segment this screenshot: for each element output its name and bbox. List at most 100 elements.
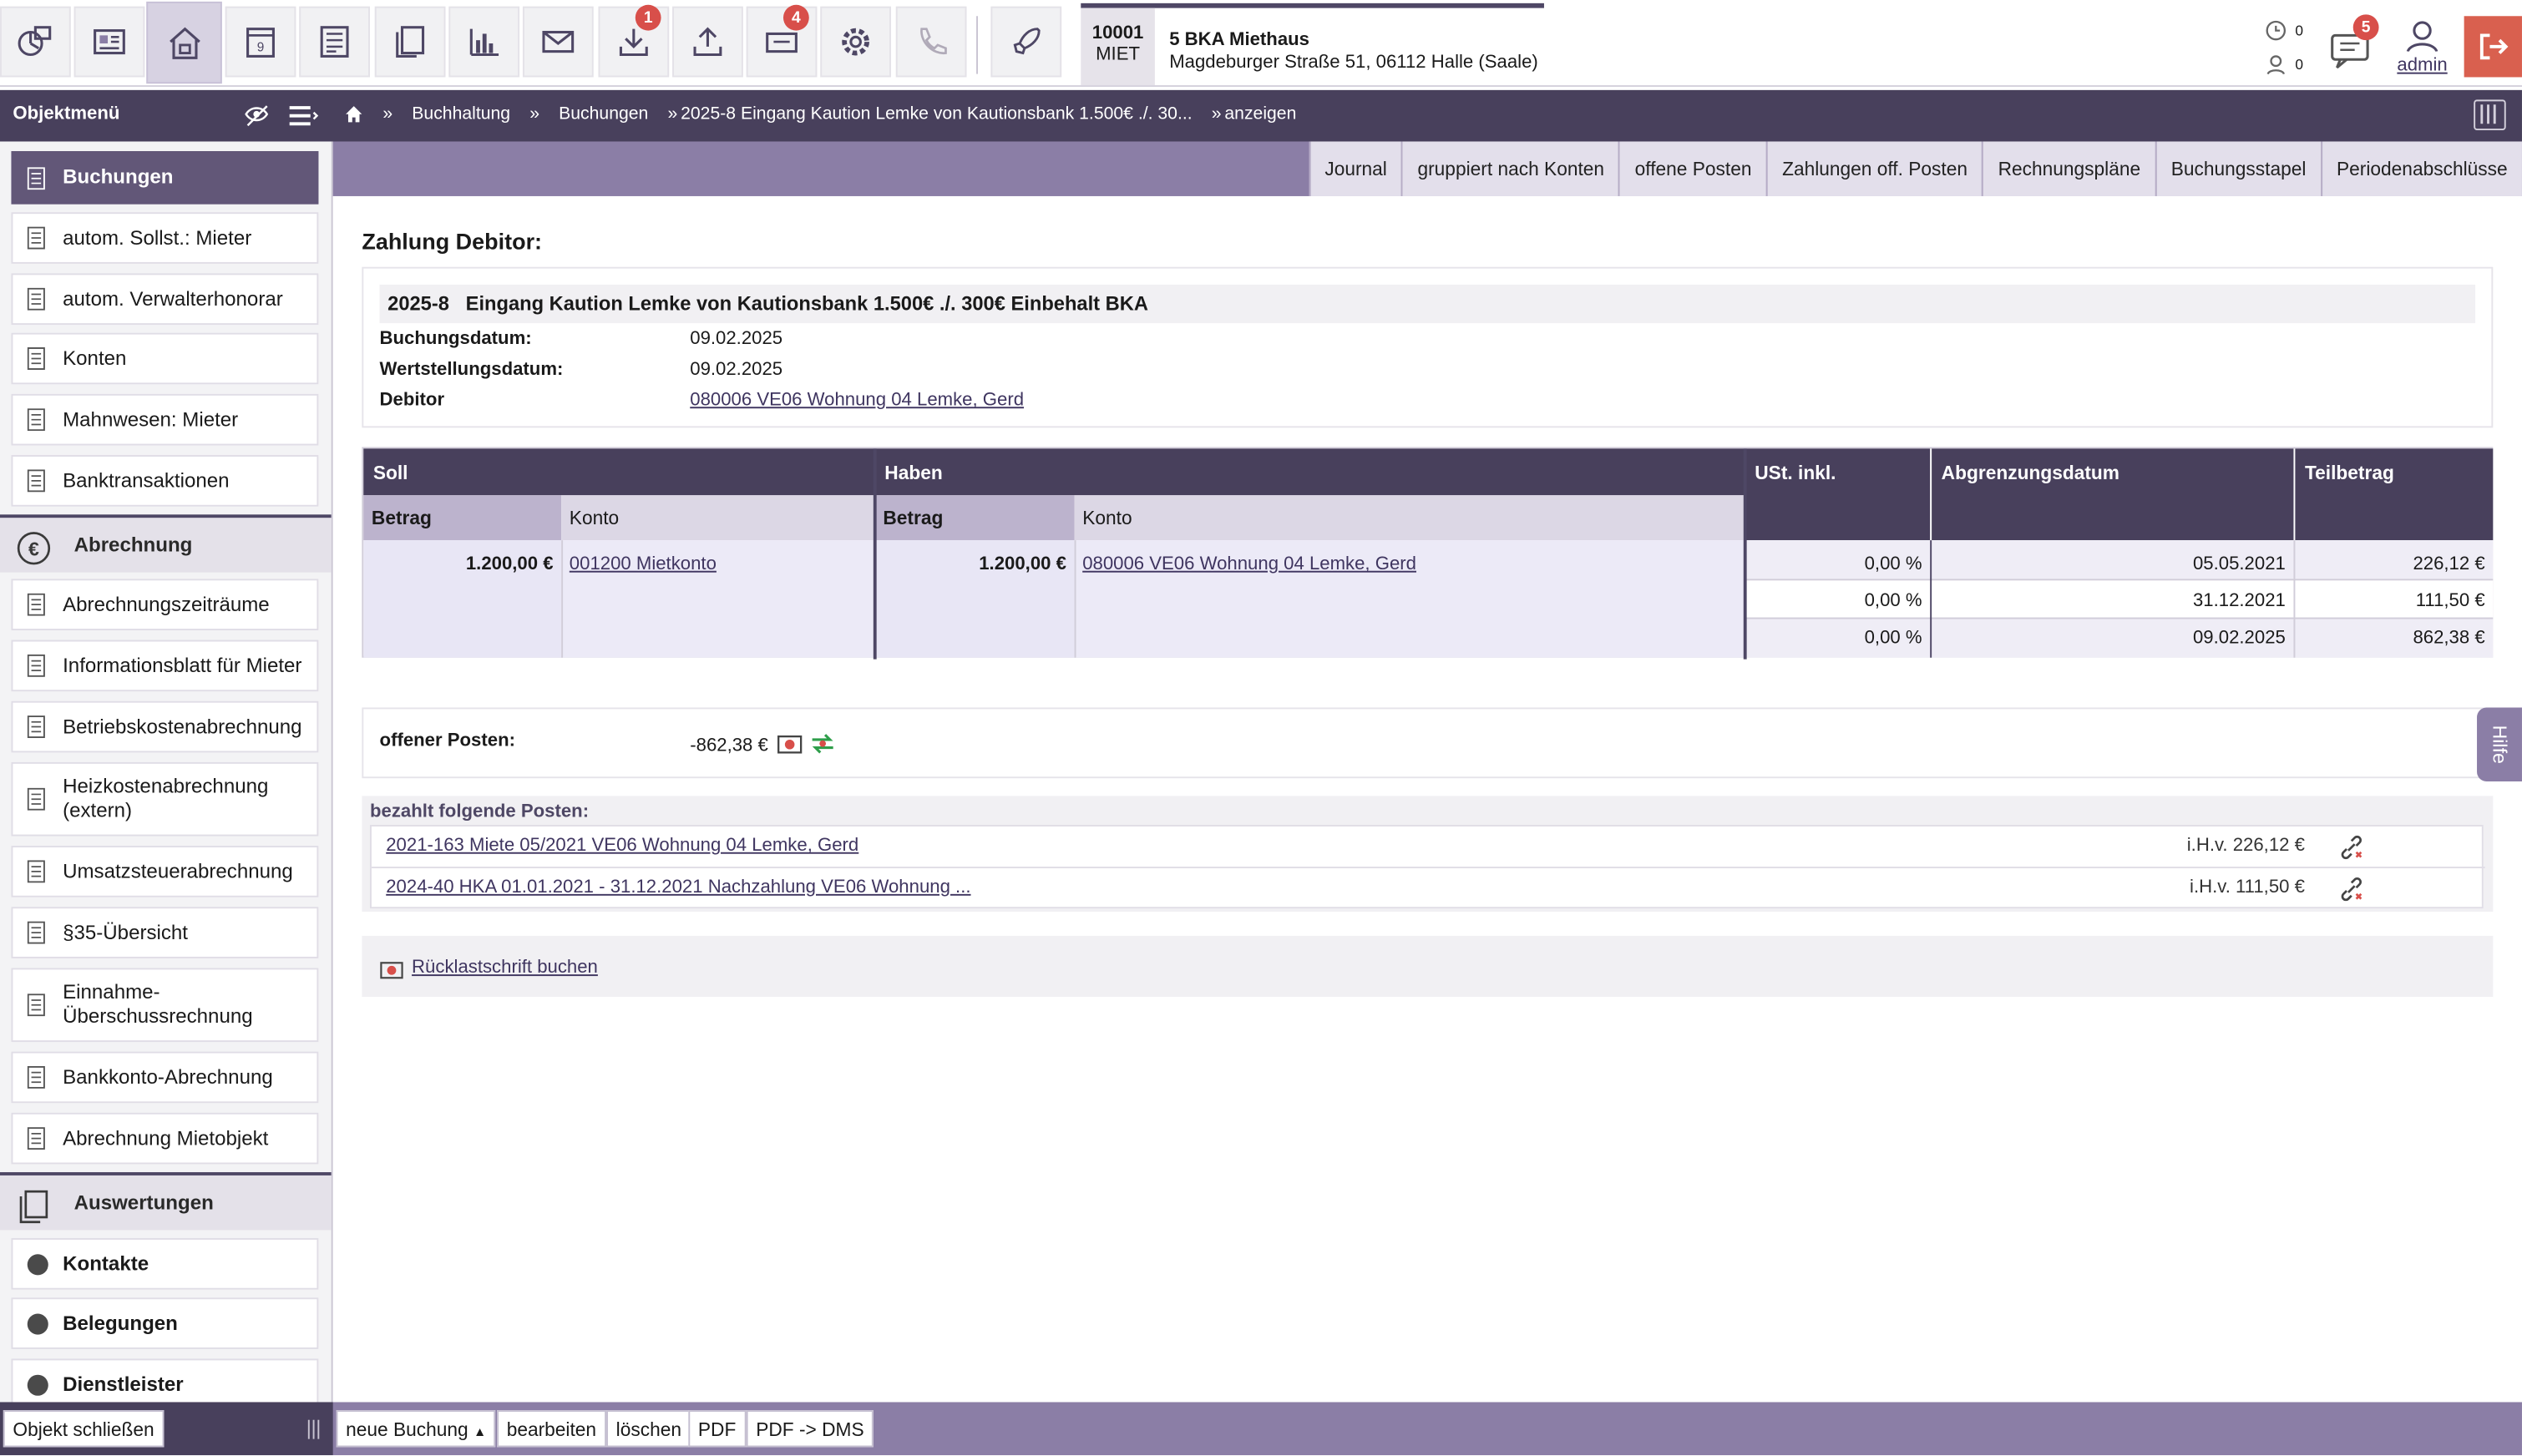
documents-icon bbox=[396, 26, 425, 58]
statistics-button[interactable] bbox=[448, 6, 520, 78]
new-booking-button[interactable]: neue Buchung ▲ bbox=[336, 1410, 496, 1448]
counter-persons[interactable]: 0 bbox=[2265, 53, 2303, 76]
sidebar-item-buchungen[interactable]: Buchungen bbox=[11, 151, 319, 205]
breadcrumb-booking[interactable]: » 2025-8 Eingang Kaution Lemke von Kautio… bbox=[667, 104, 1192, 124]
sidebar-item-informationsblatt[interactable]: Informationsblatt für Mieter bbox=[11, 640, 319, 692]
dashboard-icon bbox=[18, 26, 52, 57]
sidebar-item-kontakte[interactable]: Kontakte bbox=[11, 1238, 319, 1290]
transfer-arrows-icon[interactable] bbox=[809, 730, 837, 757]
card-camera-icon[interactable] bbox=[777, 731, 803, 756]
tabs: Journal gruppiert nach Konten offene Pos… bbox=[1309, 141, 2522, 196]
sidebar-item-banktransaktionen[interactable]: Banktransaktionen bbox=[11, 455, 319, 507]
document-icon bbox=[27, 408, 45, 432]
delete-button[interactable]: löschen bbox=[606, 1410, 691, 1448]
ledger-button[interactable] bbox=[299, 6, 370, 78]
sidebar-section-abrechnung[interactable]: € Abrechnung bbox=[0, 514, 332, 573]
upload-button[interactable] bbox=[672, 6, 743, 78]
person-icon bbox=[2266, 55, 2286, 75]
breadcrumb-buchungen[interactable]: Buchungen bbox=[559, 104, 648, 124]
sidebar-item-autom-verwalterhonorar[interactable]: autom. Verwalterhonorar bbox=[11, 273, 319, 326]
tab-gruppiert-nach-konten[interactable]: gruppiert nach Konten bbox=[1401, 141, 1619, 196]
sidebar-item-mahnwesen[interactable]: Mahnwesen: Mieter bbox=[11, 393, 319, 446]
messages-button[interactable]: 5 bbox=[2324, 14, 2379, 74]
sidebar-item-belegungen[interactable]: Belegungen bbox=[11, 1297, 319, 1349]
house-button[interactable] bbox=[146, 1, 222, 84]
ledger-icon bbox=[320, 26, 349, 58]
documents-icon bbox=[19, 1190, 48, 1224]
rocket-button[interactable] bbox=[990, 6, 1062, 78]
unlink-icon[interactable] bbox=[2338, 877, 2364, 902]
columns-toggle-button[interactable] bbox=[2474, 99, 2506, 131]
unlink-icon[interactable] bbox=[2338, 835, 2364, 861]
download-button[interactable]: 1 bbox=[598, 4, 670, 78]
tab-buchungsstapel[interactable]: Buchungsstapel bbox=[2155, 141, 2321, 196]
sidebar-section-label: Abrechnung bbox=[73, 533, 193, 557]
visibility-settings-icon[interactable] bbox=[245, 103, 272, 129]
paid-item-link[interactable]: 2021-163 Miete 05/2021 VE06 Wohnung 04 L… bbox=[386, 837, 858, 856]
row-divider bbox=[1745, 579, 2494, 581]
tab-journal[interactable]: Journal bbox=[1309, 141, 1402, 196]
breadcrumb-buchhaltung[interactable]: Buchhaltung bbox=[412, 104, 510, 124]
edit-button[interactable]: bearbeiten bbox=[497, 1410, 606, 1448]
logout-button[interactable] bbox=[2464, 16, 2522, 78]
paid-items-box: bezahlt folgende Posten: 2021-163 Miete … bbox=[362, 796, 2494, 913]
caret-up-icon: ▲ bbox=[473, 1424, 487, 1439]
sidebar-item-dienstleister[interactable]: Dienstleister bbox=[11, 1358, 319, 1403]
current-object[interactable]: 10001 MIET 5 BKA Miethaus Magdeburger St… bbox=[1081, 3, 1544, 86]
document-icon bbox=[27, 860, 45, 883]
document-icon bbox=[27, 1127, 45, 1150]
document-icon bbox=[27, 993, 45, 1017]
tickets-button[interactable]: 4 bbox=[746, 4, 818, 78]
header-haben: Haben bbox=[874, 448, 1745, 496]
counter-tasks[interactable]: 0 bbox=[2265, 19, 2303, 42]
pdf-dms-button[interactable]: PDF -> DMS bbox=[746, 1410, 874, 1448]
euro-icon: € bbox=[17, 532, 51, 565]
mail-button[interactable] bbox=[522, 6, 594, 78]
user-name[interactable]: admin bbox=[2392, 56, 2453, 75]
columns-icon bbox=[2480, 104, 2496, 124]
haben-konto-link[interactable]: 080006 VE06 Wohnung 04 Lemke, Gerd bbox=[1082, 554, 1416, 574]
calendar-button[interactable]: 9 bbox=[225, 6, 296, 78]
teilbetrag-value: 862,38 € bbox=[2413, 629, 2485, 649]
close-object-button[interactable]: Objekt schließen bbox=[3, 1410, 165, 1448]
paid-item-link[interactable]: 2024-40 HKA 01.01.2021 - 31.12.2021 Nach… bbox=[386, 878, 970, 897]
debitor-link[interactable]: 080006 VE06 Wohnung 04 Lemke, Gerd bbox=[690, 391, 1024, 410]
settings-button[interactable] bbox=[820, 6, 892, 78]
sidebar-item-heizkostenabrechnung[interactable]: Heizkostenabrechnung (extern) bbox=[11, 761, 319, 837]
object-info: 5 BKA Miethaus Magdeburger Straße 51, 06… bbox=[1169, 29, 1538, 74]
sidebar-item-konten[interactable]: Konten bbox=[11, 332, 319, 385]
phone-button[interactable] bbox=[895, 6, 967, 78]
open-items-label: offener Posten: bbox=[379, 731, 515, 751]
resize-handle-icon[interactable] bbox=[306, 1419, 322, 1439]
sidebar-item-umsatzsteuerabrechnung[interactable]: Umsatzsteuerabrechnung bbox=[11, 846, 319, 897]
object-card-button[interactable] bbox=[73, 6, 145, 78]
ruecklastschrift-link[interactable]: Rücklastschrift buchen bbox=[412, 958, 598, 978]
tab-zahlungen-off-posten[interactable]: Zahlungen off. Posten bbox=[1765, 141, 1983, 196]
soll-konto-link[interactable]: 001200 Mietkonto bbox=[570, 554, 717, 574]
dashboard-button[interactable] bbox=[0, 6, 71, 78]
col-divider bbox=[561, 540, 564, 658]
sidebar-item-paragraph35[interactable]: §35-Übersicht bbox=[11, 907, 319, 958]
breadcrumb-separator: » bbox=[382, 104, 393, 124]
sidebar-item-einnahme-ueberschussrechnung[interactable]: Einnahme-Überschussrechnung bbox=[11, 968, 319, 1043]
sidebar-section-auswertungen[interactable]: Auswertungen bbox=[0, 1172, 332, 1231]
tab-periodenabschluesse[interactable]: Periodenabschlüsse bbox=[2320, 141, 2522, 196]
sidebar-item-abrechnungszeitraeume[interactable]: Abrechnungszeiträume bbox=[11, 579, 319, 630]
sidebar-item-bankkonto-abrechnung[interactable]: Bankkonto-Abrechnung bbox=[11, 1051, 319, 1104]
breadcrumb: » Buchhaltung » Buchungen » 2025-8 Eingan… bbox=[344, 104, 1296, 124]
sidebar-item-abrechnung-mietobjekt[interactable]: Abrechnung Mietobjekt bbox=[11, 1112, 319, 1165]
documents-button[interactable] bbox=[374, 6, 446, 78]
user-menu[interactable]: admin bbox=[2392, 19, 2453, 76]
tab-offene-posten[interactable]: offene Posten bbox=[1618, 141, 1766, 196]
value-wertstellungsdatum: 09.02.2025 bbox=[690, 360, 783, 380]
sidebar-item-autom-sollst[interactable]: autom. Sollst.: Mieter bbox=[11, 212, 319, 264]
sidebar-item-betriebskostenabrechnung[interactable]: Betriebskostenabrechnung bbox=[11, 700, 319, 753]
tab-rechnungsplaene[interactable]: Rechnungspläne bbox=[1982, 141, 2155, 196]
list-item: 2021-163 Miete 05/2021 VE06 Wohnung 04 L… bbox=[371, 827, 2485, 869]
sidebar-item-label: Umsatzsteuerabrechnung bbox=[63, 859, 293, 882]
pdf-button[interactable]: PDF bbox=[688, 1410, 746, 1448]
menu-list-icon[interactable] bbox=[288, 103, 321, 129]
document-icon bbox=[27, 226, 45, 250]
help-tab[interactable]: Hilfe bbox=[2477, 707, 2522, 782]
home-icon[interactable] bbox=[344, 104, 363, 124]
